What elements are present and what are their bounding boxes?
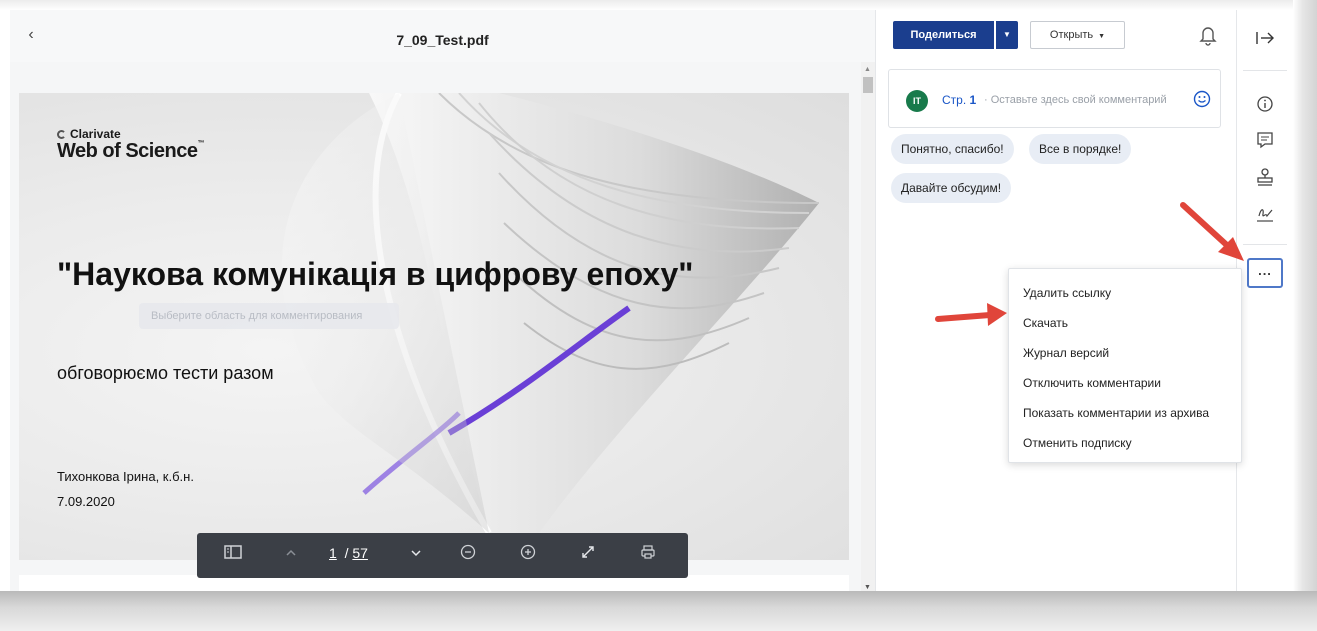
page-indicator[interactable]: 1 / 57 [329, 545, 368, 561]
scroll-up-icon[interactable]: ▲ [864, 66, 871, 73]
comment-separator: · [984, 94, 988, 106]
more-options-button[interactable]: ... [1247, 258, 1283, 288]
page-prefix: Стр. [942, 93, 967, 107]
share-dropdown-icon[interactable]: ▼ [996, 21, 1018, 49]
brand-tm: ™ [197, 140, 204, 147]
rail-divider [1243, 70, 1287, 71]
info-icon[interactable] [1252, 92, 1278, 116]
page-toolbar: 1 / 57 [197, 533, 688, 578]
menu-item-download[interactable]: Скачать [1023, 316, 1068, 330]
scrollbar-thumb[interactable] [863, 77, 873, 93]
brand-main-text: Web of Science [57, 140, 198, 162]
collapse-panel-icon[interactable] [1252, 26, 1278, 50]
previous-page-icon[interactable] [281, 543, 301, 567]
fullscreen-icon[interactable] [577, 543, 599, 567]
slide-author: Тихонкова Ірина, к.б.н. [57, 469, 194, 484]
print-icon[interactable] [637, 543, 659, 567]
quick-reply-chip[interactable]: Все в порядке! [1029, 134, 1132, 164]
menu-item-unsubscribe[interactable]: Отменить подписку [1023, 436, 1132, 450]
stamp-icon[interactable] [1252, 165, 1278, 189]
open-button[interactable]: Открыть ▼ [1030, 21, 1125, 49]
zoom-in-icon[interactable] [517, 543, 539, 567]
brand-logo: Clarivate Web of Science™ [57, 127, 204, 163]
slide-subtitle: обговорюємо тести разом [57, 363, 274, 383]
open-dropdown-icon: ▼ [1096, 33, 1106, 40]
quick-reply-chip[interactable]: Давайте обсудим! [891, 173, 1012, 203]
signature-icon[interactable] [1252, 202, 1278, 226]
comment-input[interactable]: · Оставьте здесь свой комментарий [984, 94, 1199, 106]
comment-input-box[interactable]: IT Стр. 1 · Оставьте здесь свой коммента… [888, 69, 1221, 128]
menu-item-version-history[interactable]: Журнал версий [1023, 346, 1109, 360]
menu-item-delete-link[interactable]: Удалить ссылку [1023, 286, 1111, 300]
more-options-menu: Удалить ссылку Скачать Журнал версий Отк… [1008, 268, 1242, 463]
slide-title: "Наукова комунікація в цифрову епоху" [57, 256, 694, 292]
quick-reply-chip[interactable]: Понятно, спасибо! [891, 134, 1014, 164]
current-page[interactable]: 1 [329, 545, 337, 561]
sidebar-toggle-icon[interactable] [221, 543, 245, 567]
viewer-header: ‹ 7_09_Test.pdf [10, 10, 875, 62]
document-title: 7_09_Test.pdf [396, 32, 489, 48]
scroll-down-icon[interactable]: ▼ [864, 584, 871, 591]
menu-item-disable-comments[interactable]: Отключить комментарии [1023, 376, 1161, 390]
page-number: 1 [969, 93, 977, 107]
bell-icon[interactable] [1198, 24, 1218, 46]
menu-item-show-archived-comments[interactable]: Показать комментарии из архива [1023, 406, 1209, 420]
next-page-icon[interactable] [406, 543, 426, 567]
emoji-icon[interactable] [1193, 90, 1211, 108]
brand-top-text: Clarivate [70, 127, 121, 141]
zoom-out-icon[interactable] [457, 543, 479, 567]
page-separator: / [340, 545, 353, 561]
comment-page-link[interactable]: Стр. 1 [942, 93, 976, 107]
total-pages: 57 [352, 545, 368, 561]
slide-page[interactable]: Clarivate Web of Science™ "Наукова комун… [19, 93, 849, 560]
avatar: IT [906, 90, 928, 112]
comment-placeholder: Оставьте здесь свой комментарий [990, 94, 1167, 106]
vertical-scrollbar[interactable]: ▲ ▼ [861, 62, 875, 591]
rail-divider [1243, 244, 1287, 245]
clarivate-icon [57, 129, 66, 139]
app-window: ‹ 7_09_Test.pdf Clarivate Web of Science… [10, 10, 1293, 591]
slide-date: 7.09.2020 [57, 494, 115, 509]
comment-icon[interactable] [1252, 128, 1278, 152]
document-viewer: ‹ 7_09_Test.pdf Clarivate Web of Science… [10, 10, 875, 591]
open-button-label: Открыть [1049, 29, 1094, 41]
share-button[interactable]: Поделиться [893, 21, 994, 49]
right-icon-rail: ... [1236, 10, 1293, 591]
comment-area-hint: Выберите область для комментирования [139, 303, 399, 329]
